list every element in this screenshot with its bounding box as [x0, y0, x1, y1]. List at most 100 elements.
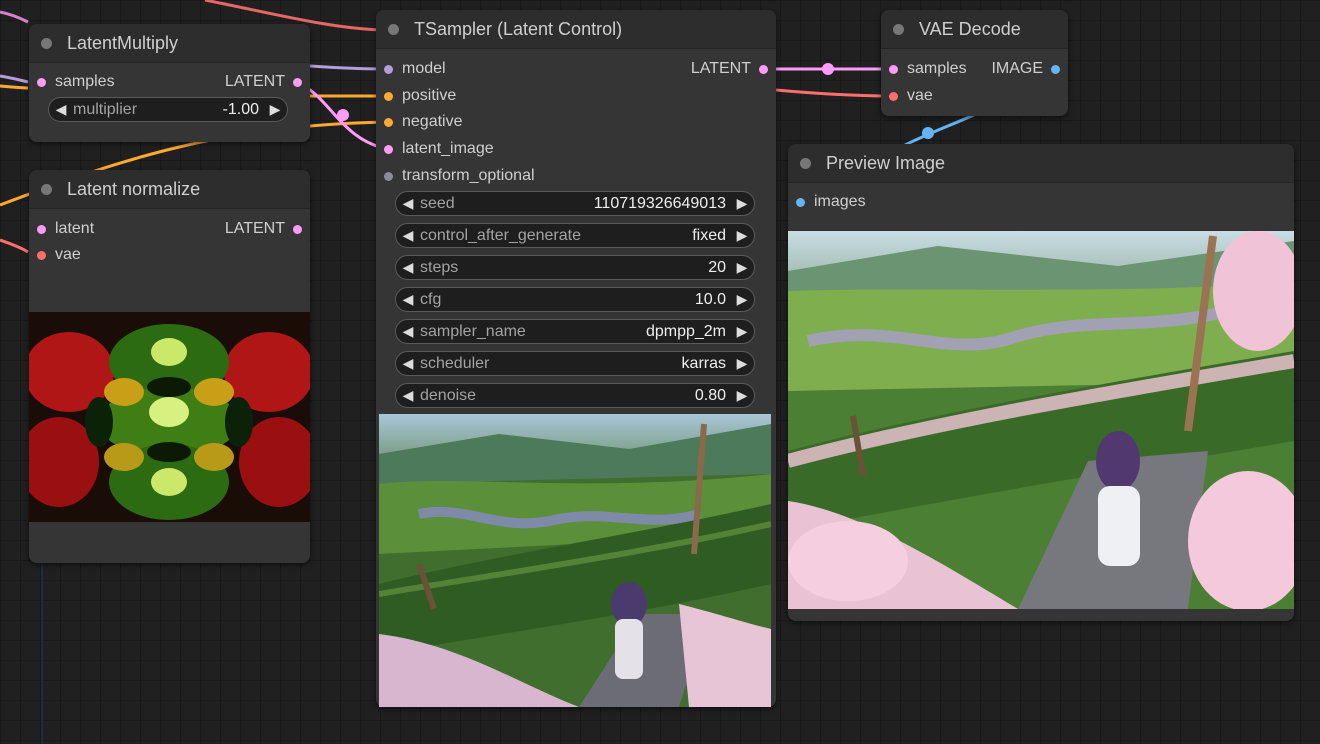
slot-label: positive	[402, 87, 457, 104]
collapse-dot-icon[interactable]	[800, 157, 811, 169]
decrement-arrow-icon[interactable]: ◀	[396, 259, 420, 276]
wire-left-pink-a	[0, 10, 29, 24]
node-title: LatentMultiply	[67, 32, 179, 53]
node-vae-decode[interactable]: VAE Decode samples IMAGE vae	[881, 10, 1068, 116]
control-after-generate-widget[interactable]: ◀ control_after_generate fixed ▶	[395, 223, 755, 248]
decrement-arrow-icon[interactable]: ◀	[396, 227, 420, 244]
widget-value: 110719326649013	[593, 194, 726, 212]
increment-arrow-icon[interactable]: ▶	[730, 323, 754, 340]
widget-value: karras	[681, 354, 726, 372]
seed-widget[interactable]: ◀ seed 110719326649013 ▶	[395, 191, 755, 216]
node-title-bar[interactable]: LatentMultiply	[29, 24, 310, 63]
increment-arrow-icon[interactable]: ▶	[730, 195, 754, 212]
latent-pin-icon[interactable]	[889, 64, 898, 74]
input-slot-samples[interactable]: samples	[37, 72, 115, 92]
node-title-bar[interactable]: VAE Decode	[881, 10, 1068, 49]
widget-label: sampler_name	[420, 322, 526, 340]
image-pin-icon[interactable]	[1051, 64, 1060, 74]
input-slot-transform-optional[interactable]: transform_optional	[384, 166, 535, 186]
increment-arrow-icon[interactable]: ▶	[730, 291, 754, 308]
node-title: Latent normalize	[67, 178, 201, 199]
increment-arrow-icon[interactable]: ▶	[730, 387, 754, 404]
output-slot-image[interactable]: IMAGE	[991, 59, 1060, 79]
node-title: Preview Image	[826, 152, 946, 173]
input-slot-vae[interactable]: vae	[37, 245, 81, 265]
widget-value: dpmpp_2m	[645, 322, 726, 340]
slot-label: model	[402, 60, 446, 77]
slot-label: latent_image	[402, 140, 494, 157]
sampler-preview-image	[379, 414, 771, 707]
widget-value: 10.0	[694, 290, 726, 308]
decrement-arrow-icon[interactable]: ◀	[396, 355, 420, 372]
input-slot-positive[interactable]: positive	[384, 86, 456, 106]
decrement-arrow-icon[interactable]: ◀	[396, 195, 420, 212]
vae-pin-icon[interactable]	[889, 91, 898, 101]
latent-pin-icon[interactable]	[293, 224, 302, 234]
decrement-arrow-icon[interactable]: ◀	[49, 101, 73, 118]
node-latent-normalize[interactable]: Latent normalize latent LATENT vae	[29, 170, 310, 563]
scheduler-widget[interactable]: ◀ scheduler karras ▶	[395, 351, 755, 376]
decrement-arrow-icon[interactable]: ◀	[396, 291, 420, 308]
transform-pin-icon[interactable]	[384, 171, 393, 181]
wire-left-model	[0, 74, 29, 84]
collapse-dot-icon[interactable]	[388, 23, 399, 35]
latent-pin-icon[interactable]	[293, 77, 302, 87]
image-pin-icon[interactable]	[796, 197, 805, 207]
output-slot-latent[interactable]: LATENT	[225, 72, 302, 92]
node-title-bar[interactable]: Preview Image	[788, 144, 1294, 183]
slot-label: samples	[907, 60, 967, 77]
wire-left-vae	[0, 238, 29, 254]
increment-arrow-icon[interactable]: ▶	[730, 355, 754, 372]
vae-pin-icon[interactable]	[37, 250, 46, 260]
slot-label: LATENT	[224, 73, 285, 90]
wire-left-orange	[0, 84, 29, 90]
input-slot-latent[interactable]: latent	[37, 219, 94, 239]
increment-arrow-icon[interactable]: ▶	[263, 101, 287, 118]
input-slot-vae[interactable]: vae	[889, 86, 933, 106]
wire-reroute-dot	[337, 109, 349, 121]
slot-label: LATENT	[224, 220, 285, 237]
multiplier-widget[interactable]: ◀ multiplier -1.00 ▶	[48, 97, 288, 122]
slot-label: negative	[402, 113, 463, 130]
latent-preview-image	[29, 312, 310, 522]
collapse-dot-icon[interactable]	[41, 37, 52, 49]
cfg-widget[interactable]: ◀ cfg 10.0 ▶	[395, 287, 755, 312]
denoise-widget[interactable]: ◀ denoise 0.80 ▶	[395, 383, 755, 408]
steps-widget[interactable]: ◀ steps 20 ▶	[395, 255, 755, 280]
widget-label: control_after_generate	[420, 226, 581, 244]
input-slot-images[interactable]: images	[796, 192, 866, 212]
increment-arrow-icon[interactable]: ▶	[730, 227, 754, 244]
conditioning-pin-icon[interactable]	[384, 117, 393, 127]
widget-label: scheduler	[420, 354, 490, 372]
sampler-name-widget[interactable]: ◀ sampler_name dpmpp_2m ▶	[395, 319, 755, 344]
slot-label: transform_optional	[402, 167, 535, 184]
node-preview-image[interactable]: Preview Image images	[788, 144, 1294, 621]
increment-arrow-icon[interactable]: ▶	[730, 259, 754, 276]
output-slot-latent[interactable]: LATENT	[691, 59, 768, 79]
widget-label: seed	[420, 194, 455, 212]
node-title-bar[interactable]: TSampler (Latent Control)	[376, 10, 776, 49]
input-slot-samples[interactable]: samples	[889, 59, 967, 79]
node-latent-multiply[interactable]: LatentMultiply samples LATENT ◀ multipli…	[29, 24, 310, 142]
input-slot-negative[interactable]: negative	[384, 112, 463, 132]
latent-pin-icon[interactable]	[37, 224, 46, 234]
decrement-arrow-icon[interactable]: ◀	[396, 387, 420, 404]
input-slot-model[interactable]: model	[384, 59, 446, 79]
widget-value: -1.00	[222, 100, 259, 118]
output-slot-latent[interactable]: LATENT	[225, 219, 302, 239]
collapse-dot-icon[interactable]	[41, 183, 52, 195]
latent-pin-icon[interactable]	[37, 77, 46, 87]
node-title: TSampler (Latent Control)	[414, 18, 623, 39]
conditioning-pin-icon[interactable]	[384, 91, 393, 101]
latent-pin-icon[interactable]	[759, 64, 768, 74]
latent-pin-icon[interactable]	[384, 144, 393, 154]
slot-label: images	[814, 193, 866, 210]
widget-label: denoise	[420, 386, 477, 404]
node-title-bar[interactable]: Latent normalize	[29, 170, 310, 209]
decrement-arrow-icon[interactable]: ◀	[396, 323, 420, 340]
node-tsampler[interactable]: TSampler (Latent Control) model LATENT p…	[376, 10, 776, 707]
widget-label: cfg	[420, 290, 442, 308]
model-pin-icon[interactable]	[384, 64, 393, 74]
input-slot-latent-image[interactable]: latent_image	[384, 139, 494, 159]
collapse-dot-icon[interactable]	[893, 23, 904, 35]
